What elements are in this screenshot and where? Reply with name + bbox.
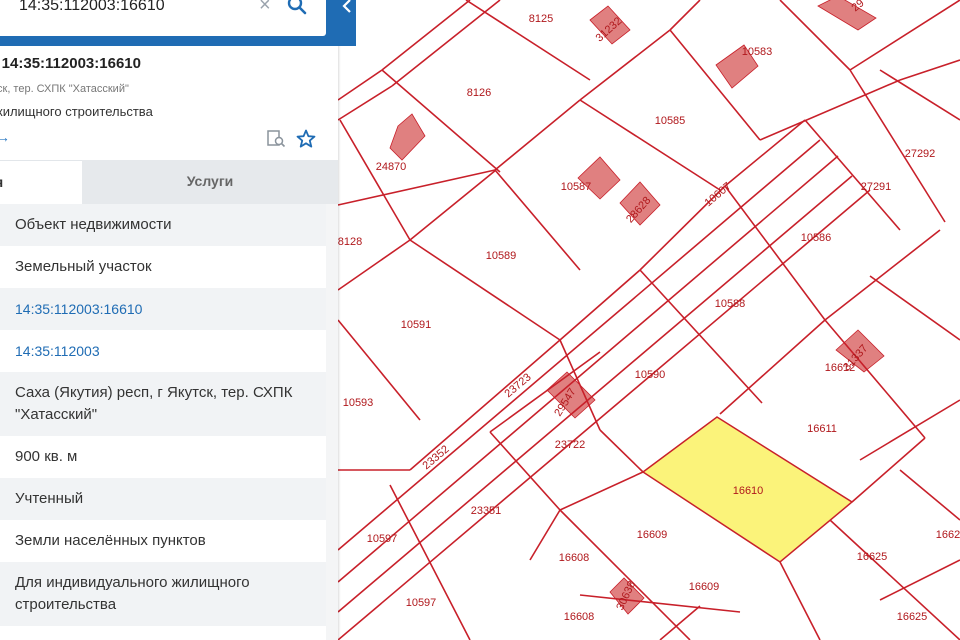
parcel-label: 8126: [467, 87, 491, 99]
search-box: 14:35:112003:16610 ×: [0, 0, 326, 36]
parcel-label: 16609: [637, 529, 668, 541]
parcel-label: 16608: [564, 611, 595, 623]
search-bar: 14:35:112003:16610 ×: [0, 0, 356, 46]
tab-info[interactable]: я: [0, 160, 82, 205]
close-icon[interactable]: ×: [259, 0, 271, 17]
parcel-label: 8128: [338, 236, 362, 248]
parcel-label: 27292: [905, 148, 936, 160]
row-permitted-use: Для индивидуального жилищного строительс…: [0, 562, 326, 626]
row-object-type: Объект недвижимости: [0, 204, 326, 246]
parcel-label: 16610: [733, 485, 764, 497]
parcel-label: 8125: [529, 13, 553, 25]
parcel-label: 10583: [742, 46, 773, 58]
object-address: ск, тер. СХПК "Хатасский": [0, 83, 129, 95]
parcel-label: 23351: [471, 505, 502, 517]
row-status: Учтенный: [0, 478, 326, 520]
row-address: Саха (Якутия) респ, г Якутск, тер. СХПК …: [0, 372, 326, 436]
scrollbar[interactable]: [326, 204, 338, 640]
tab-services[interactable]: Услуги: [82, 160, 338, 204]
parcel-label: 10585: [655, 115, 686, 127]
parcel-label: 24870: [376, 161, 407, 173]
tab-info-label: я: [0, 174, 3, 190]
star-icon[interactable]: [296, 129, 316, 149]
parcel-label: 10591: [401, 319, 432, 331]
parcel-label: 10589: [486, 250, 517, 262]
chevron-left-icon[interactable]: [339, 0, 355, 16]
row-quarter-number[interactable]: 14:35:112003: [0, 330, 326, 372]
attribute-list: Объект недвижимости Земельный участок 14…: [0, 204, 326, 640]
row-land-category: Земли населённых пунктов: [15, 532, 206, 549]
parcel-label: 27291: [861, 181, 892, 193]
search-icon[interactable]: [286, 0, 308, 18]
parcel-label: 10590: [635, 369, 666, 381]
object-purpose: жилищного строительства: [0, 104, 153, 119]
tab-services-label: Услуги: [186, 173, 234, 189]
arrow-right-icon[interactable]: →: [0, 129, 10, 145]
object-title: к 14:35:112003:16610: [0, 55, 141, 72]
parcel-label: 23722: [555, 439, 586, 451]
parcel-label: 16612: [825, 362, 856, 374]
row-area: 900 кв. м: [15, 448, 78, 465]
row-cadastral-number[interactable]: 14:35:112003:16610: [0, 288, 326, 330]
info-panel: к 14:35:112003:16610 ск, тер. СХПК "Хата…: [0, 0, 338, 640]
parcel-label: 10587: [561, 181, 592, 193]
parcel-label: 16625: [897, 611, 928, 623]
parcel-label: 16611: [807, 423, 837, 435]
parcel-label: 10593: [343, 397, 374, 409]
search-input[interactable]: 14:35:112003:16610: [19, 0, 165, 15]
parcel-label: 16608: [559, 552, 590, 564]
parcel-label: 1662: [936, 529, 960, 541]
parcel-label: 16609: [689, 581, 720, 593]
document-search-icon[interactable]: [266, 129, 286, 149]
row-ownership: Частная собственность: [0, 626, 326, 640]
parcel-label: 10588: [715, 298, 746, 310]
parcel-label: 10597: [406, 597, 437, 609]
parcel-label: 10586: [801, 232, 832, 244]
row-object-kind: Земельный участок: [15, 258, 152, 275]
parcel-label: 10597: [367, 533, 398, 545]
tabs: я Услуги: [0, 160, 338, 205]
parcel-label: 16625: [857, 551, 888, 563]
